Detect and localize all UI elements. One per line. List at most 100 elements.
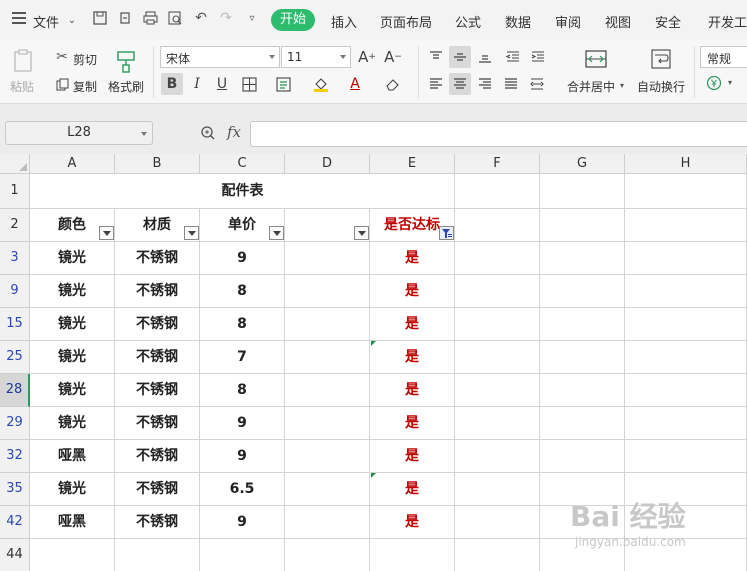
cell-empty[interactable] [115, 539, 200, 571]
column-header-d[interactable]: D [285, 154, 370, 174]
name-box[interactable]: L28 [5, 121, 153, 145]
cell-empty[interactable] [455, 209, 540, 242]
tab-page-layout[interactable]: 页面布局 [380, 12, 432, 31]
cell-empty[interactable] [285, 407, 370, 440]
tab-data[interactable]: 数据 [505, 12, 531, 31]
chevron-down-icon[interactable]: ⌄ [64, 12, 80, 28]
font-name-select[interactable]: 宋体 [160, 46, 280, 68]
cell-empty[interactable] [540, 341, 625, 374]
export-icon[interactable] [117, 10, 133, 26]
filter-active-icon[interactable] [439, 226, 454, 240]
bold-button[interactable]: B [161, 73, 183, 95]
cell-color[interactable]: 镜光 [30, 242, 115, 275]
column-header-a[interactable]: A [30, 154, 115, 174]
cell-price[interactable]: 9 [200, 242, 285, 275]
borders-icon[interactable] [238, 73, 260, 95]
tab-formulas[interactable]: 公式 [455, 12, 481, 31]
cell-empty[interactable] [455, 242, 540, 275]
align-right-icon[interactable] [474, 73, 496, 95]
cell-color[interactable]: 镜光 [30, 308, 115, 341]
cell-color[interactable]: 镜光 [30, 407, 115, 440]
cell-qualified[interactable]: 是 [370, 374, 455, 407]
filter-dropdown-icon[interactable] [99, 226, 114, 240]
row-header-3[interactable]: 3 [0, 242, 30, 275]
tab-insert[interactable]: 插入 [331, 12, 357, 31]
chevron-down-icon[interactable]: ▾ [618, 81, 626, 90]
wrap-text-icon[interactable] [648, 46, 674, 72]
save-icon[interactable] [92, 10, 108, 26]
cell-empty[interactable] [625, 374, 747, 407]
cell-color[interactable]: 哑黑 [30, 440, 115, 473]
row-header-32[interactable]: 32 [0, 440, 30, 473]
cell-empty[interactable] [285, 440, 370, 473]
cell-qualified[interactable]: 是 [370, 341, 455, 374]
number-format-select[interactable]: 常规 [700, 46, 747, 68]
align-bottom-icon[interactable] [474, 46, 496, 68]
cell-empty[interactable] [455, 539, 540, 571]
row-header-9[interactable]: 9 [0, 275, 30, 308]
cell-empty[interactable] [455, 341, 540, 374]
font-color-button[interactable]: A [344, 73, 366, 95]
paste-button[interactable]: 粘贴 [10, 78, 34, 95]
tab-home[interactable]: 开始 [271, 9, 315, 31]
sheet-title[interactable]: 配件表 [30, 174, 455, 209]
row-header-1[interactable]: 1 [0, 174, 30, 209]
cell-empty[interactable] [455, 440, 540, 473]
print-preview-icon[interactable] [167, 10, 183, 26]
cell-empty[interactable] [285, 506, 370, 539]
tab-review[interactable]: 审阅 [555, 12, 581, 31]
cell-empty[interactable] [540, 174, 625, 209]
cell-material[interactable]: 不锈钢 [115, 506, 200, 539]
decrease-indent-icon[interactable] [502, 46, 524, 68]
cell-empty[interactable] [625, 440, 747, 473]
hamburger-icon[interactable] [12, 12, 26, 24]
customize-dropdown-icon[interactable]: ▿ [244, 10, 260, 26]
underline-button[interactable]: U [211, 73, 233, 95]
tab-security[interactable]: 安全 [655, 12, 681, 31]
print-icon[interactable] [142, 10, 158, 26]
cell-empty[interactable] [625, 209, 747, 242]
column-header-c[interactable]: C [200, 154, 285, 174]
tab-developer[interactable]: 开发工具 [708, 12, 747, 31]
cell-empty[interactable] [30, 539, 115, 571]
cell-empty[interactable] [455, 473, 540, 506]
fx-icon[interactable]: fx [227, 123, 241, 141]
cell-material[interactable]: 不锈钢 [115, 440, 200, 473]
tab-view[interactable]: 视图 [605, 12, 631, 31]
cell-price[interactable]: 9 [200, 440, 285, 473]
cell-qualified[interactable]: 是 [370, 473, 455, 506]
row-header-42[interactable]: 42 [0, 506, 30, 539]
cell-material[interactable]: 不锈钢 [115, 275, 200, 308]
cell-empty[interactable] [285, 275, 370, 308]
cell-material[interactable]: 不锈钢 [115, 341, 200, 374]
align-left-icon[interactable] [425, 73, 447, 95]
formula-input[interactable] [250, 121, 747, 147]
filter-dropdown-icon[interactable] [184, 226, 199, 240]
cell-empty[interactable] [540, 407, 625, 440]
cell-price[interactable]: 7 [200, 341, 285, 374]
filter-dropdown-icon[interactable] [354, 226, 369, 240]
align-middle-icon[interactable] [449, 46, 471, 68]
cell-price[interactable]: 9 [200, 407, 285, 440]
cell-color[interactable]: 镜光 [30, 275, 115, 308]
column-header-e[interactable]: E [370, 154, 455, 174]
currency-icon[interactable] [705, 74, 723, 92]
cell-empty[interactable] [625, 308, 747, 341]
cell-qualified[interactable]: 是 [370, 407, 455, 440]
cell-empty[interactable] [455, 308, 540, 341]
cell-color[interactable]: 镜光 [30, 374, 115, 407]
merge-center-button[interactable]: 合并居中 [567, 78, 615, 95]
cell-qualified[interactable]: 是 [370, 506, 455, 539]
cell-empty[interactable] [625, 275, 747, 308]
select-all-corner[interactable] [0, 154, 30, 174]
font-size-select[interactable]: 11 [281, 46, 351, 68]
cell-qualified[interactable]: 是 [370, 440, 455, 473]
cell-material[interactable]: 不锈钢 [115, 242, 200, 275]
increase-font-icon[interactable]: A + [356, 46, 378, 68]
cell-empty[interactable] [540, 275, 625, 308]
row-header-35[interactable]: 35 [0, 473, 30, 506]
cell-price[interactable]: 8 [200, 308, 285, 341]
format-painter-button[interactable]: 格式刷 [108, 78, 144, 95]
cell-empty[interactable] [455, 275, 540, 308]
copy-button[interactable]: 复制 [73, 78, 97, 95]
